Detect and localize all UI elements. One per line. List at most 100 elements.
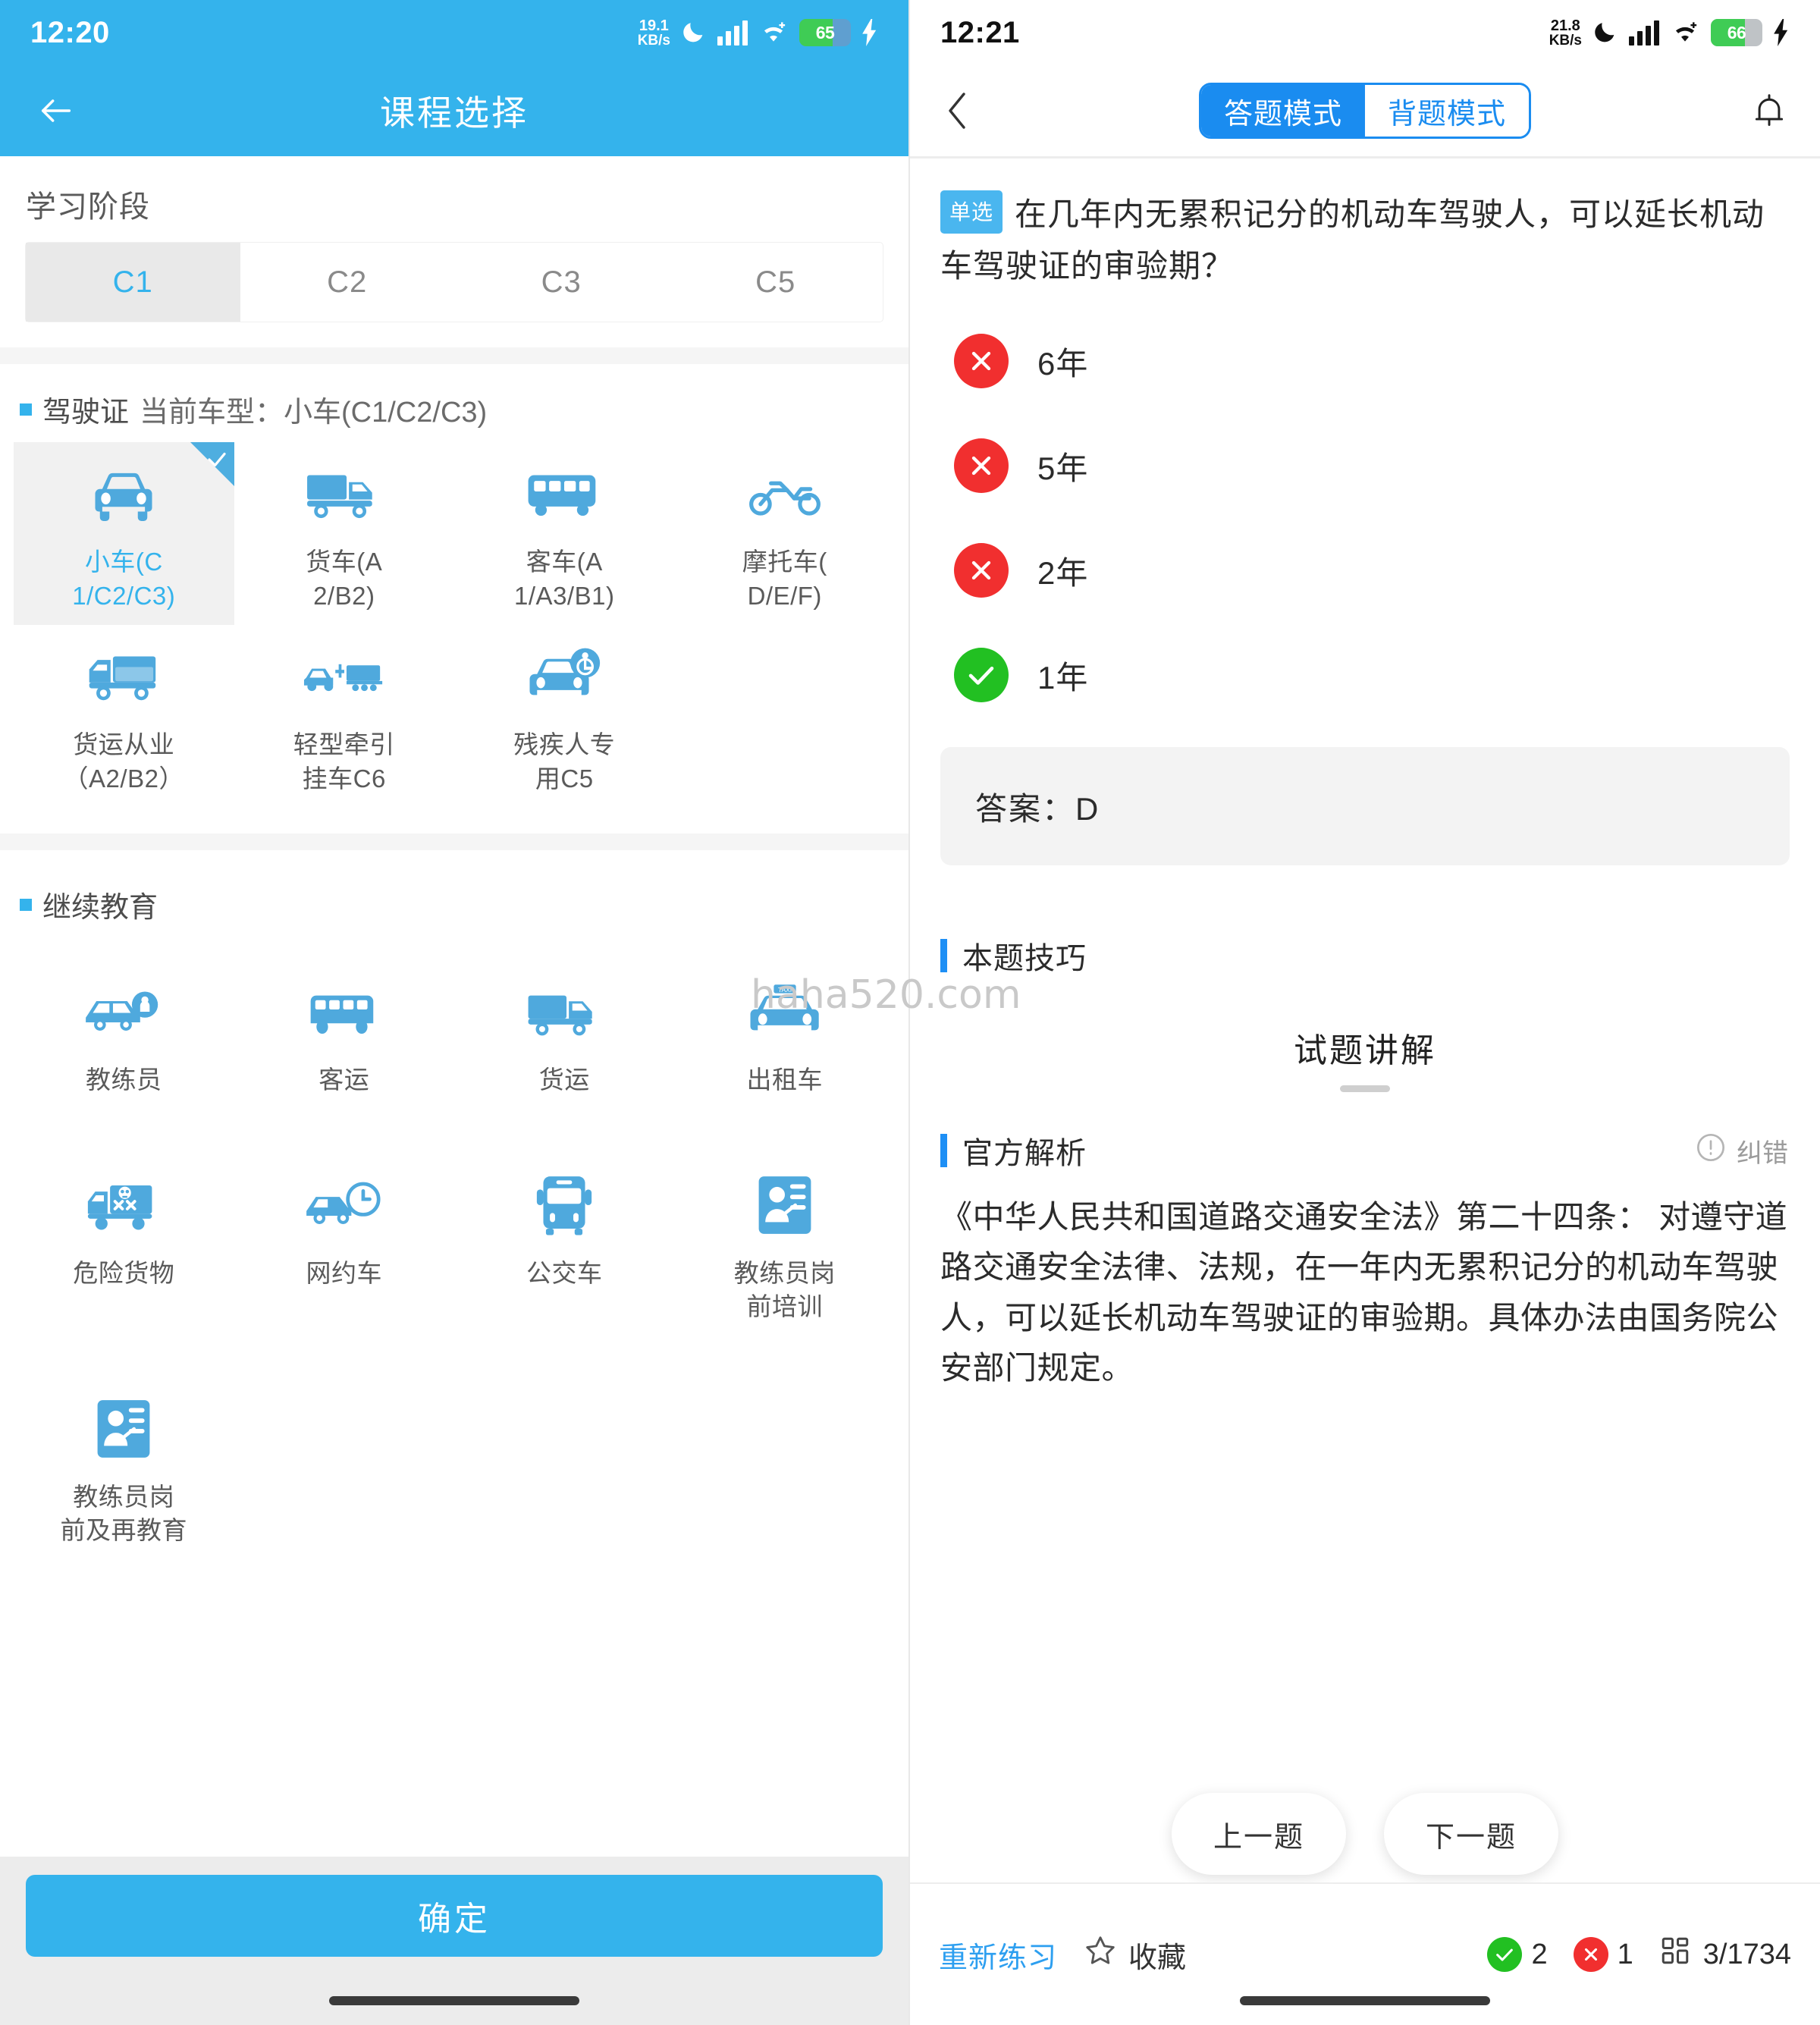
- license-grid-row1: 小车(C 1/C2/C3) 货车(A 2/B2) 客车(A 1/A3/B1) 摩…: [0, 438, 908, 626]
- option-d[interactable]: 1年: [954, 623, 1790, 727]
- confirm-button[interactable]: 确定: [26, 1875, 883, 1957]
- taxi-icon: TAXI: [740, 977, 830, 1047]
- license-item-label-line2: 用C5: [535, 764, 594, 793]
- report-error-button[interactable]: 纠错: [1696, 1132, 1788, 1169]
- license-item-truck[interactable]: 货车(A 2/B2): [234, 442, 455, 625]
- home-indicator: [1240, 1996, 1490, 2005]
- options-list: 6年 5年 2年 1年: [910, 292, 1820, 727]
- battery-icon: 66: [1711, 19, 1762, 46]
- restart-practice-link[interactable]: 重新练习: [939, 1934, 1057, 1976]
- continuing-item-trainer-pre[interactable]: 教练员岗 前培训: [675, 1154, 896, 1336]
- freight-truck-icon: [519, 977, 609, 1047]
- right-top: 12:21 21.8 KB/s 66 答题模式 背题模式: [910, 0, 1820, 159]
- license-item-trailer[interactable]: 轻型牵引 挂车C6: [234, 625, 455, 808]
- mode-switch: 答题模式 背题模式: [1198, 83, 1532, 139]
- bullet-square-icon: [20, 898, 32, 911]
- continuing-item-freight[interactable]: 货运: [454, 960, 675, 1110]
- option-label: 6年: [1037, 345, 1089, 381]
- license-grid-row2: 货运从业 （A2/B2） 轻型牵引 挂车C6 残疾人专 用C5: [0, 625, 908, 834]
- battery-level: 65: [815, 22, 835, 42]
- truck-icon: [300, 459, 389, 529]
- tips-heading: 本题技巧: [962, 942, 1087, 976]
- license-item-label-line2: 2/B2): [313, 581, 375, 610]
- accent-bar: [940, 1134, 947, 1168]
- continuing-item-label: 出租车: [746, 1066, 823, 1094]
- license-item-label-line1: 小车(C: [84, 548, 163, 576]
- question-pager[interactable]: 3/1734: [1659, 1935, 1791, 1974]
- back-arrow-icon[interactable]: [36, 91, 76, 130]
- continuing-section-title: 继续教育: [42, 892, 158, 925]
- cross-icon: [954, 334, 1009, 389]
- moon-icon: [1592, 20, 1618, 46]
- car-trailer-icon: [300, 642, 389, 711]
- stage-section-label: 学习阶段: [26, 190, 150, 224]
- coach-bus-icon: [300, 977, 389, 1047]
- option-c[interactable]: 2年: [954, 518, 1790, 623]
- license-item-label-line1: 轻型牵引: [293, 730, 395, 759]
- stage-tab-c3[interactable]: C3: [454, 243, 669, 322]
- license-item-label-line1: 残疾人专: [513, 730, 616, 759]
- tab-answer-mode[interactable]: 答题模式: [1200, 85, 1365, 137]
- wrong-count-value: 1: [1617, 1938, 1633, 1970]
- continuing-item-trainer-reedu[interactable]: 教练员岗 前及再教育: [14, 1377, 234, 1560]
- option-label: 2年: [1037, 554, 1089, 591]
- continuing-grid-row2: 危险货物 网约车 公交车 教练员岗 前培训: [0, 1110, 908, 1336]
- continuing-item-passenger[interactable]: 客运: [234, 960, 455, 1110]
- license-grid-empty: [675, 625, 896, 808]
- option-label: 1年: [1037, 659, 1089, 695]
- charging-bolt-icon: [861, 19, 878, 46]
- explain-title-block: 试题讲解: [910, 1023, 1820, 1093]
- license-item-bus[interactable]: 客车(A 1/A3/B1): [454, 442, 675, 625]
- option-b[interactable]: 5年: [954, 413, 1790, 518]
- license-item-label-line2: D/E/F): [747, 581, 822, 610]
- license-item-motorcycle[interactable]: 摩托车( D/E/F): [675, 442, 896, 625]
- stage-tab-c1[interactable]: C1: [26, 243, 240, 322]
- stage-tab-c5[interactable]: C5: [669, 243, 883, 322]
- status-bar: 12:20 19.1 KB/s 65: [0, 0, 908, 65]
- prev-question-button[interactable]: 上一题: [1172, 1793, 1346, 1875]
- continuing-item-taxi[interactable]: TAXI 出租车: [675, 960, 896, 1110]
- car-icon: [79, 459, 168, 529]
- network-speed: 19.1 KB/s: [638, 18, 670, 48]
- continuing-item-label: 公交车: [526, 1258, 603, 1287]
- section-divider-2: [0, 834, 908, 851]
- explain-title: 试题讲解: [1294, 1032, 1436, 1070]
- tab-recite-mode[interactable]: 背题模式: [1365, 85, 1530, 137]
- license-item-cargo[interactable]: 货运从业 （A2/B2）: [14, 625, 234, 808]
- right-nav-row: 答题模式 背题模式: [910, 65, 1820, 156]
- continuing-item-hazmat[interactable]: 危险货物: [14, 1154, 234, 1336]
- signal-icon: [1629, 20, 1659, 46]
- check-icon: [1487, 1937, 1523, 1972]
- status-clock: 12:20: [30, 15, 110, 49]
- status-bar: 12:21 21.8 KB/s 66: [910, 0, 1820, 65]
- left-appbar: 12:20 19.1 KB/s 65 课程选择: [0, 0, 908, 156]
- cross-icon: [954, 438, 1009, 494]
- cross-icon: [1573, 1937, 1608, 1972]
- hazmat-truck-icon: [79, 1170, 168, 1240]
- continuing-item-ridehailing[interactable]: 网约车: [234, 1154, 455, 1336]
- continuing-item-label-line1: 教练员岗: [733, 1258, 836, 1287]
- continuing-item-citybus[interactable]: 公交车: [454, 1154, 675, 1336]
- svg-text:TAXI: TAXI: [778, 986, 792, 994]
- license-item-car[interactable]: 小车(C 1/C2/C3): [14, 442, 234, 626]
- license-item-label-line2: （A2/B2）: [63, 764, 184, 793]
- network-speed: 21.8 KB/s: [1549, 18, 1582, 48]
- favorite-button[interactable]: 收藏: [1083, 1933, 1186, 1976]
- next-question-button[interactable]: 下一题: [1384, 1793, 1558, 1875]
- report-error-label: 纠错: [1737, 1138, 1788, 1168]
- cross-icon: [954, 543, 1009, 598]
- star-icon: [1083, 1933, 1118, 1976]
- license-section-subtitle: 当前车型：小车(C1/C2/C3): [140, 397, 488, 429]
- grid-icon: [1659, 1935, 1691, 1974]
- signal-icon: [717, 20, 748, 46]
- stage-tabs: C1 C2 C3 C5: [26, 243, 883, 322]
- bell-icon[interactable]: [1753, 93, 1785, 129]
- chevron-left-icon[interactable]: [945, 91, 971, 130]
- option-a[interactable]: 6年: [954, 309, 1790, 413]
- stage-tab-c2[interactable]: C2: [240, 243, 455, 322]
- license-item-disabled[interactable]: 残疾人专 用C5: [454, 625, 675, 808]
- continuing-item-coach[interactable]: 教练员: [14, 960, 234, 1110]
- trainer-card-icon: [79, 1394, 168, 1464]
- section-divider: [0, 347, 908, 364]
- continuing-item-label: 危险货物: [73, 1258, 175, 1287]
